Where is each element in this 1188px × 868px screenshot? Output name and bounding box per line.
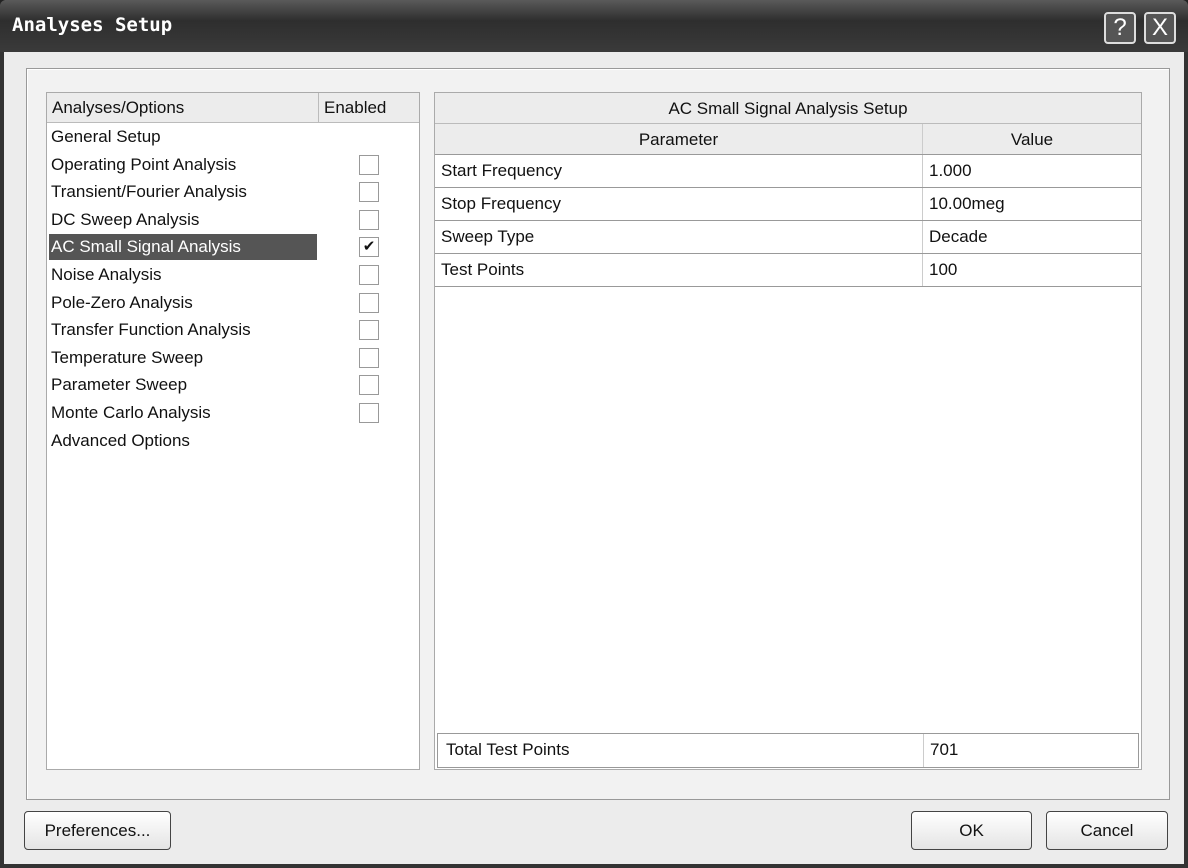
parameter-row[interactable]: Test Points 100 [435, 254, 1141, 287]
ok-button[interactable]: OK [911, 811, 1032, 850]
enabled-checkbox[interactable] [359, 403, 379, 423]
enabled-checkbox[interactable] [359, 347, 379, 368]
analysis-item[interactable]: AC Small Signal Analysis [49, 234, 317, 261]
preferences-button[interactable]: Preferences... [24, 811, 171, 850]
parameter-row[interactable]: Stop Frequency 10.00meg [435, 188, 1141, 221]
enabled-checkbox[interactable] [359, 265, 379, 285]
analysis-item[interactable]: DC Sweep Analysis [49, 207, 199, 233]
total-test-points-row: Total Test Points 701 [437, 733, 1139, 768]
parameter-value[interactable]: 100 [923, 254, 1141, 286]
analysis-item[interactable]: Temperature Sweep [49, 345, 203, 371]
cancel-button[interactable]: Cancel [1046, 811, 1168, 850]
analysis-item[interactable]: Pole-Zero Analysis [49, 290, 193, 316]
analysis-item[interactable]: General Setup [49, 124, 161, 150]
parameter-row[interactable]: Start Frequency 1.000 [435, 155, 1141, 188]
analysis-item[interactable]: Parameter Sweep [49, 372, 187, 398]
column-header-analyses[interactable]: Analyses/Options [47, 93, 319, 122]
parameter-row[interactable]: Sweep Type Decade [435, 221, 1141, 254]
analysis-item[interactable]: Monte Carlo Analysis [49, 400, 211, 426]
parameter-name: Stop Frequency [435, 188, 923, 220]
column-header-parameter: Parameter [435, 124, 923, 154]
total-label: Total Test Points [438, 734, 924, 767]
enabled-checkbox[interactable] [359, 182, 379, 203]
enabled-checkbox[interactable] [359, 209, 379, 230]
enabled-checkbox[interactable] [359, 154, 379, 175]
enabled-checkbox[interactable]: ✔ [359, 237, 379, 258]
close-button[interactable]: X [1144, 12, 1176, 44]
window-title: Analyses Setup [12, 14, 173, 36]
parameter-name: Start Frequency [435, 155, 923, 187]
parameter-value[interactable]: 10.00meg [923, 188, 1141, 220]
title-bar: Analyses Setup ? X [0, 0, 1188, 52]
analysis-item[interactable]: Advanced Options [49, 428, 190, 454]
enabled-checkbox[interactable] [359, 320, 379, 341]
total-value: 701 [930, 740, 959, 759]
analyses-list: Analyses/Options Enabled General Setup Op… [46, 92, 420, 770]
column-header-value: Value [1010, 130, 1054, 149]
help-button[interactable]: ? [1104, 12, 1136, 44]
analysis-item[interactable]: Transient/Fourier Analysis [49, 179, 247, 205]
parameter-value[interactable]: Decade [923, 221, 1141, 253]
parameter-value[interactable]: 1.000 [923, 155, 1141, 187]
column-header-enabled[interactable]: Enabled [319, 93, 391, 122]
parameter-name: Sweep Type [435, 221, 923, 253]
enabled-checkbox[interactable] [359, 292, 379, 313]
enabled-checkbox[interactable] [359, 375, 379, 396]
analysis-item[interactable]: Transfer Function Analysis [49, 317, 251, 343]
panel-title: AC Small Signal Analysis Setup [435, 93, 1141, 124]
analysis-item[interactable]: Noise Analysis [49, 262, 162, 288]
ac-setup-panel: AC Small Signal Analysis Setup Parameter… [434, 92, 1142, 770]
analysis-item[interactable]: Operating Point Analysis [49, 152, 236, 178]
parameter-name: Test Points [435, 254, 923, 286]
